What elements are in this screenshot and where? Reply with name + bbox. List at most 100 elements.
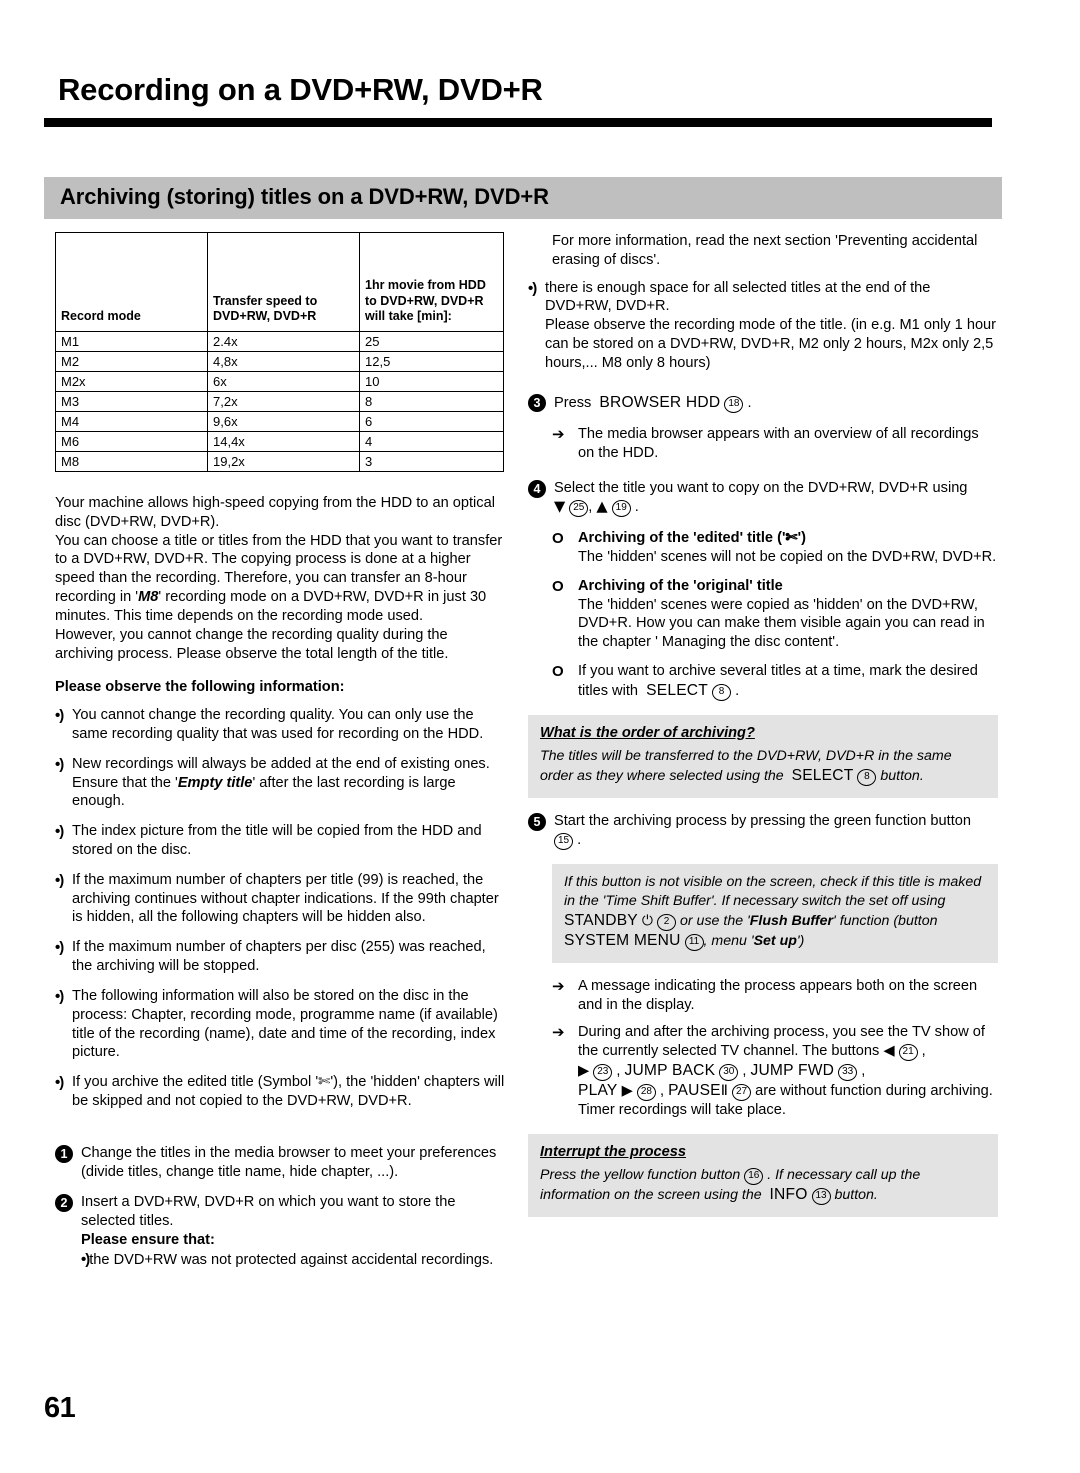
- press-label: Press: [554, 394, 592, 411]
- power-icon: ⏻: [641, 912, 654, 929]
- flush-text-c: ' function (button: [833, 912, 938, 929]
- info-box-body: The titles will be transferred to the DV…: [540, 747, 986, 787]
- select-key: SELECT: [646, 681, 708, 699]
- interrupt-text-c: button.: [834, 1186, 878, 1203]
- step-5: 5 Start the archiving process by pressin…: [528, 812, 998, 850]
- bullet-icon: •): [55, 871, 64, 889]
- step-text: Press BROWSER HDD 18 .: [554, 393, 998, 413]
- period: .: [747, 394, 752, 411]
- key-ref-badge: 23: [593, 1063, 613, 1081]
- table-cell: 10: [359, 371, 504, 392]
- table-row: M2 4,8x 12,5: [55, 351, 504, 372]
- info-box-body: If this button is not visible on the scr…: [564, 873, 986, 952]
- system-menu-key: SYSTEM MENU: [564, 932, 681, 950]
- step-1: 1 Change the titles in the media browser…: [55, 1144, 507, 1182]
- option-text: If you want to archive several titles at…: [578, 662, 998, 701]
- result-text: The media browser appears with an overvi…: [578, 425, 979, 461]
- info-box-body: Press the yellow function button 16 . If…: [540, 1166, 986, 1206]
- arrow-right-icon: ➔: [552, 1022, 565, 1041]
- step-text: Insert a DVD+RW, DVD+R on which you want…: [81, 1193, 507, 1269]
- list-item-text: If you archive the edited title (Symbol …: [72, 1074, 505, 1109]
- play-icon: ▶: [621, 1081, 633, 1099]
- key-ref-badge: 25: [569, 500, 589, 518]
- key-ref-badge: 21: [898, 1043, 918, 1061]
- section-header-bar: Archiving (storing) titles on a DVD+RW, …: [44, 177, 1002, 219]
- step-number-badge: 3: [528, 393, 546, 412]
- list-item-emphasis: Empty title: [177, 774, 253, 791]
- key-ref-badge: 16: [744, 1167, 764, 1185]
- table-header-cell: Record mode: [55, 232, 208, 332]
- bullet-icon: •): [55, 987, 64, 1005]
- option-edited-title: O Archiving of the 'edited' title ('✄') T…: [528, 529, 998, 567]
- table-cell: 9,6x: [207, 411, 360, 432]
- pause-icon: Ⅱ: [720, 1081, 728, 1099]
- table-row: M4 9,6x 6: [55, 411, 504, 432]
- table-cell: 25: [359, 331, 504, 352]
- flush-text-d: , menu ': [703, 933, 754, 950]
- step-number-badge: 5: [528, 813, 546, 832]
- table-cell: 14,4x: [207, 431, 360, 452]
- period: .: [577, 831, 582, 848]
- option-text: Archiving of the 'original' title The 'hi…: [578, 577, 998, 652]
- list-item-text: The following information will also be s…: [72, 987, 498, 1061]
- intro-p2-emphasis: M8: [138, 589, 159, 606]
- list-item: •) If the maximum number of chapters per…: [55, 938, 507, 976]
- intro-paragraph-3: However, you cannot change the recording…: [55, 626, 449, 662]
- several-text-a: If you want to archive several titles at…: [578, 663, 978, 699]
- arrow-down-icon: ▼: [554, 498, 566, 516]
- ensure-bullet-text: the DVD+RW was not protected against acc…: [89, 1251, 494, 1268]
- bullet-icon: •): [55, 755, 64, 773]
- table-cell: 19,2x: [207, 451, 360, 472]
- step-number-badge: 1: [55, 1144, 73, 1163]
- left-column: Record mode Transfer speed to DVD+RW, DV…: [55, 232, 507, 1282]
- bullet-icon: •): [81, 1250, 90, 1268]
- result-line: ➔ During and after the archiving process…: [528, 1023, 998, 1120]
- table-cell: 12,5: [359, 351, 504, 372]
- list-item: •) If you archive the edited title (Symb…: [55, 1073, 507, 1111]
- table-row: M3 7,2x 8: [55, 391, 504, 412]
- option-heading: Archiving of the 'edited' title ('✄'): [578, 530, 806, 547]
- bullet-icon: •): [528, 279, 537, 297]
- transfer-speed-table: Record mode Transfer speed to DVD+RW, DV…: [55, 232, 504, 472]
- circle-bullet-icon: O: [552, 577, 564, 595]
- step-5-text: Start the archiving process by pressing …: [554, 813, 971, 830]
- table-row: M1 2.4x 25: [55, 331, 504, 352]
- option-several-titles: O If you want to archive several titles …: [528, 662, 998, 701]
- key-ref-badge: 27: [732, 1083, 752, 1101]
- list-item-text: You cannot change the recording quality.…: [72, 707, 484, 742]
- key-ref-badge: 18: [724, 395, 744, 413]
- flush-text-b: or use the ': [680, 912, 750, 929]
- list-item-text: If the maximum number of chapters per ti…: [72, 871, 499, 926]
- table-cell: M6: [55, 431, 208, 452]
- key-ref-badge: 8: [857, 769, 877, 787]
- browser-hdd-key: BROWSER HDD: [599, 393, 721, 411]
- list-item-text: If the maximum number of chapters per di…: [72, 939, 486, 975]
- table-cell: M2: [55, 351, 208, 372]
- space-bullet-line2: Please observe the recording mode of the…: [545, 317, 997, 371]
- key-ref-badge: 8: [712, 683, 732, 701]
- result-text: During and after the archiving process, …: [578, 1023, 993, 1118]
- standby-key: STANDBY: [564, 911, 638, 929]
- observe-heading: Please observe the following information…: [55, 679, 345, 696]
- option-heading: Archiving of the 'original' title: [578, 577, 783, 594]
- section-title: Archiving (storing) titles on a DVD+RW, …: [60, 184, 549, 209]
- table-cell: 6: [359, 411, 504, 432]
- table-row: M6 14,4x 4: [55, 431, 504, 452]
- table-cell: M8: [55, 451, 208, 472]
- option-body: The 'hidden' scenes were copied as 'hidd…: [578, 596, 985, 651]
- circle-bullet-icon: O: [552, 663, 564, 681]
- list-item: •) If the maximum number of chapters per…: [55, 871, 507, 927]
- step-number-badge: 2: [55, 1194, 73, 1213]
- table-cell: 4: [359, 431, 504, 452]
- info-box-title: What is the order of archiving?: [540, 725, 755, 742]
- table-cell: 7,2x: [207, 391, 360, 412]
- option-text: Archiving of the 'edited' title ('✄') The…: [578, 529, 998, 567]
- table-cell: 2.4x: [207, 331, 360, 352]
- step-text: Start the archiving process by pressing …: [554, 812, 998, 850]
- comma: ,: [588, 499, 593, 516]
- right-column: For more information, read the next sect…: [528, 232, 998, 1231]
- flush-buffer-emphasis: Flush Buffer: [749, 912, 834, 929]
- list-item: •) The following information will also b…: [55, 987, 507, 1062]
- intro-paragraph-2: You can choose a title or titles from th…: [55, 532, 507, 626]
- setup-emphasis: Set up: [753, 933, 797, 950]
